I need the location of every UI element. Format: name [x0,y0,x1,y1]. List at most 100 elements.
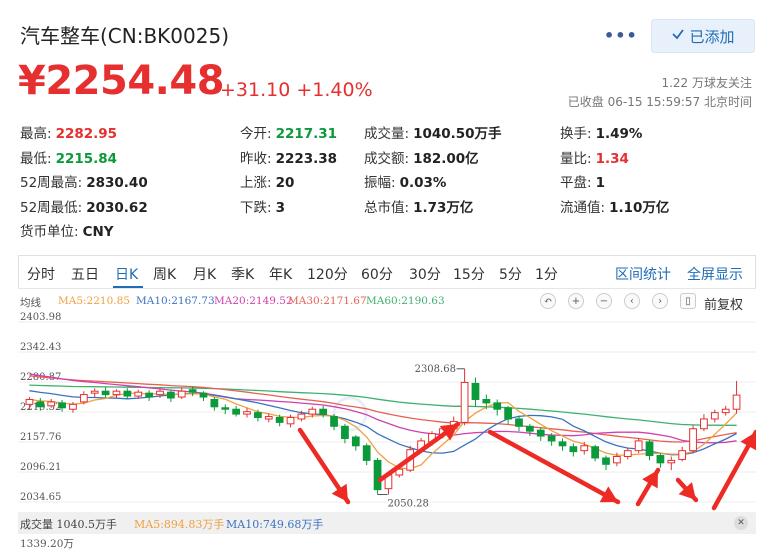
candle-up [90,390,99,394]
stat-item: 52周最低: 2030.62 [20,196,148,216]
candle-down [319,408,328,415]
stat-value: 1.49% [595,126,643,142]
candle-down [275,417,284,423]
tab-11[interactable]: 5分 [499,264,522,284]
close-icon[interactable]: ✕ [734,516,748,530]
candle-down [558,441,567,447]
stat-value: 3 [275,199,285,216]
y-axis-label: 2096.21 [20,462,61,473]
candle-down [362,445,371,461]
stat-label: 量比: [560,150,592,167]
stat-label: 上涨: [240,175,272,191]
stat-value: 182.00亿 [413,150,479,167]
tab-8[interactable]: 60分 [361,264,393,284]
follow-label: 已添加 [689,27,735,46]
y-axis-label: 2034.65 [20,492,61,503]
range-stats-link[interactable]: 区间统计 [615,264,671,284]
candle-down [36,401,45,408]
zoom-out-icon[interactable]: − [596,293,612,309]
candle-down [101,390,110,396]
tab-7[interactable]: 120分 [307,264,348,284]
stat-item: 最高: 2282.95 [20,122,117,142]
followers-count: 1.22 万球友关注 [661,76,752,90]
volume-legend: 成交量 1040.5万手 MA5:894.83万手 MA10:749.68万手 … [18,512,756,534]
tab-0[interactable]: 分时 [27,264,55,284]
undo-icon[interactable]: ↶ [540,293,556,309]
stat-value: 1 [595,175,605,191]
stat-value: 1.73万亿 [413,199,474,216]
stat-label: 最高: [20,126,52,142]
stat-label: 振幅: [364,175,396,191]
scroll-right-icon[interactable]: › [652,293,668,309]
more-menu-button[interactable]: ••• [604,26,638,45]
stat-label: 成交额: [364,150,410,167]
stat-label: 52周最低: [20,199,83,216]
candle-up [623,450,632,458]
candle-down [504,407,512,420]
candle-down [199,392,208,398]
y-axis-label: 2157.76 [20,432,61,443]
high-annotation: 2308.68 [415,364,456,375]
candle-up [460,381,469,423]
tab-12[interactable]: 1分 [535,264,558,284]
tab-10[interactable]: 15分 [453,264,485,284]
tab-2[interactable]: 日K [115,264,138,284]
check-icon [671,27,685,45]
candle-up [177,390,186,398]
candle-down [656,455,665,464]
candle-up [25,398,34,405]
stat-value: 2030.62 [86,199,148,216]
candle-up [286,417,295,425]
ma-legend: 均线 MA5:2210.85 MA10:2167.73 MA20:2149.52… [18,293,756,313]
candle-down [188,389,197,393]
kline-chart[interactable]: 2403.982342.432280.872219.322157.762096.… [18,312,759,512]
stat-label: 成交量: [364,126,410,142]
stat-value: 2282.95 [55,126,118,142]
tab-4[interactable]: 月K [193,264,216,284]
candle-down [330,416,338,427]
tab-1[interactable]: 五日 [71,264,99,284]
ma20-value: MA20:2149.52 [214,295,293,307]
candle-up [613,456,621,464]
stat-value: 2215.84 [55,150,118,167]
stat-item: 振幅: 0.03% [364,171,446,191]
tab-3[interactable]: 周K [153,264,176,284]
stat-label: 换手: [560,126,592,142]
candle-up [721,408,730,414]
active-tab-underline [113,286,143,288]
stat-item: 换手: 1.49% [560,122,642,142]
candle-up [69,403,77,410]
candle-down [482,398,491,404]
fullscreen-link[interactable]: 全屏显示 [687,264,743,284]
adjust-mode-button[interactable]: 前复权 [704,294,743,313]
current-price: ¥2254.48 [18,58,225,104]
kline-svg: 2403.982342.432280.872219.322157.762096.… [18,312,759,511]
follow-button[interactable]: 已添加 [651,19,755,53]
scroll-left-icon[interactable]: ‹ [624,293,640,309]
candle-down [569,446,578,453]
candle-up [667,459,676,464]
candle-type-icon[interactable]: ▯ [680,293,696,309]
candle-down [58,402,66,409]
y-axis-label: 2403.98 [20,312,61,323]
price-change: +31.10 +1.40% [220,79,373,101]
candle-up [47,401,56,407]
candle-down [341,425,349,439]
stat-label: 昨收: [240,150,272,167]
tab-6[interactable]: 年K [269,264,292,284]
ma5-line [29,392,738,470]
zoom-in-icon[interactable]: + [568,293,584,309]
stat-value: 2223.38 [275,150,338,167]
stat-item: 货币单位: CNY [20,220,114,240]
candle-up [243,411,251,415]
volume-ma10: MA10:749.68万手 [226,518,324,531]
candle-down [493,402,502,410]
stat-value: CNY [82,224,114,240]
stat-value: 2830.40 [86,175,148,191]
candle-up [308,408,317,415]
candle-down [602,457,610,465]
page-title: 汽车整车(CN:BK0025) [20,24,230,48]
tab-5[interactable]: 季K [231,264,254,284]
stat-label: 52周最高: [20,175,83,191]
tab-9[interactable]: 30分 [409,264,441,284]
